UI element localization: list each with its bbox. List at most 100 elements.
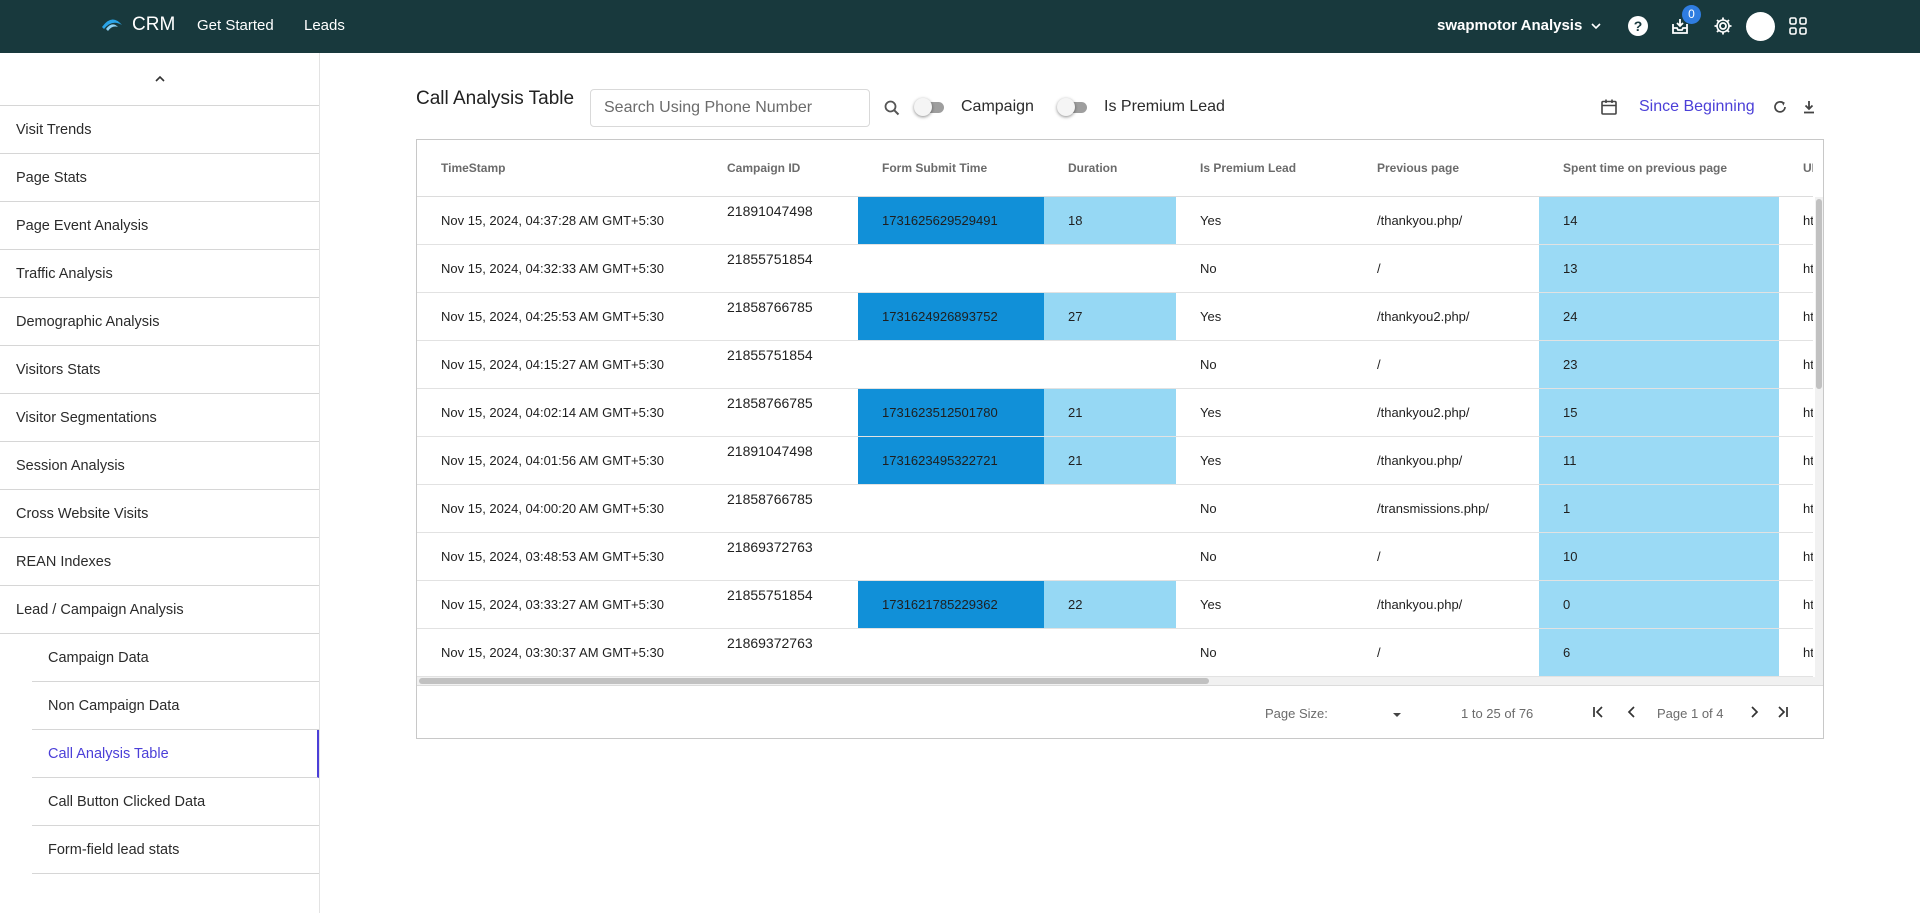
search-button[interactable]: [883, 99, 901, 117]
user-avatar[interactable]: [1746, 12, 1775, 41]
cell-is-premium-lead: Yes: [1200, 213, 1222, 228]
horizontal-scrollbar-thumb[interactable]: [419, 678, 1209, 684]
sidebar-item-cross-website-visits[interactable]: Cross Website Visits: [0, 490, 319, 538]
apps-button[interactable]: [1786, 14, 1810, 38]
premium-lead-toggle-label: Is Premium Lead: [1104, 98, 1225, 115]
column-header-previous-page[interactable]: Previous page: [1353, 140, 1539, 197]
refresh-button[interactable]: [1772, 99, 1790, 117]
cell-duration: [1044, 245, 1176, 292]
last-page-button[interactable]: [1775, 704, 1791, 720]
cell-previous-page: /thankyou2.php/: [1377, 405, 1470, 420]
column-header-form-submit-time[interactable]: Form Submit Time: [858, 140, 1044, 197]
cell-campaign-id: 21858766785: [727, 299, 813, 315]
phone-search-input[interactable]: [590, 89, 870, 127]
cell-previous-page: /thankyou.php/: [1377, 597, 1463, 612]
table-row[interactable]: Nov 15, 2024, 03:30:37 AM GMT+5:30 21869…: [417, 629, 1813, 677]
cell-timestamp: Nov 15, 2024, 03:48:53 AM GMT+5:30: [441, 549, 664, 564]
sidebar-item-lead-campaign-analysis[interactable]: Lead / Campaign Analysis: [0, 586, 319, 634]
brand[interactable]: CRM: [100, 14, 175, 36]
svg-text:?: ?: [1634, 18, 1643, 34]
cell-previous-page: /transmissions.php/: [1377, 501, 1489, 516]
cell-previous-page: /thankyou.php/: [1377, 453, 1463, 468]
sidebar-item-demographic-analysis[interactable]: Demographic Analysis: [0, 298, 319, 346]
account-selector[interactable]: swapmotor Analysis: [1437, 17, 1602, 34]
table-row[interactable]: Nov 15, 2024, 04:25:53 AM GMT+5:30 21858…: [417, 293, 1813, 341]
brand-name: CRM: [132, 14, 176, 35]
campaign-toggle[interactable]: [914, 98, 948, 116]
nav-leads[interactable]: Leads: [304, 17, 345, 34]
table-row[interactable]: Nov 15, 2024, 04:15:27 AM GMT+5:30 21855…: [417, 341, 1813, 389]
sidebar-item-traffic-analysis[interactable]: Traffic Analysis: [0, 250, 319, 298]
sidebar-subitem-form-field-lead-stats[interactable]: Form-field lead stats: [32, 826, 319, 874]
table-row[interactable]: Nov 15, 2024, 04:02:14 AM GMT+5:30 21858…: [417, 389, 1813, 437]
column-header-spent-time[interactable]: Spent time on previous page: [1539, 140, 1779, 197]
cell-is-premium-lead: Yes: [1200, 453, 1222, 468]
settings-button[interactable]: [1711, 14, 1735, 38]
next-page-button[interactable]: [1746, 704, 1762, 720]
table-row[interactable]: Nov 15, 2024, 04:01:56 AM GMT+5:30 21891…: [417, 437, 1813, 485]
cell-duration: 21: [1044, 389, 1176, 436]
vertical-scrollbar[interactable]: [1815, 197, 1823, 677]
cell-spent-time: 24: [1539, 293, 1779, 340]
table-row[interactable]: Nov 15, 2024, 03:33:27 AM GMT+5:30 21855…: [417, 581, 1813, 629]
column-header-duration[interactable]: Duration: [1044, 140, 1176, 197]
sidebar-subitem-call-analysis-table[interactable]: Call Analysis Table: [32, 730, 319, 778]
last-page-icon: [1778, 706, 1788, 718]
chevron-down-icon: [1591, 22, 1601, 29]
sidebar-item-visitor-segmentations[interactable]: Visitor Segmentations: [0, 394, 319, 442]
sidebar-collapse-button[interactable]: [0, 53, 319, 106]
cell-url: ht: [1803, 597, 1813, 612]
sidebar-item-page-stats[interactable]: Page Stats: [0, 154, 319, 202]
cell-form-submit-time: [858, 341, 1044, 388]
inbox-button[interactable]: 0: [1668, 5, 1701, 38]
cell-campaign-id: 21869372763: [727, 635, 813, 651]
cell-duration: [1044, 533, 1176, 580]
cell-spent-time: 0: [1539, 581, 1779, 628]
column-header-is-premium-lead[interactable]: Is Premium Lead: [1176, 140, 1353, 197]
premium-lead-toggle[interactable]: [1057, 98, 1091, 116]
cell-url: ht: [1803, 213, 1813, 228]
sidebar-item-page-event-analysis[interactable]: Page Event Analysis: [0, 202, 319, 250]
column-header-campaign-id[interactable]: Campaign ID: [703, 140, 858, 197]
cell-campaign-id: 21855751854: [727, 251, 813, 267]
sidebar-item-visit-trends[interactable]: Visit Trends: [0, 106, 319, 154]
cell-spent-time: 11: [1539, 437, 1779, 484]
first-page-button[interactable]: [1590, 704, 1606, 720]
toggle-knob: [1057, 98, 1075, 116]
sidebar-item-visitors-stats[interactable]: Visitors Stats: [0, 346, 319, 394]
table-row[interactable]: Nov 15, 2024, 04:32:33 AM GMT+5:30 21855…: [417, 245, 1813, 293]
chevron-up-icon: [154, 75, 165, 82]
column-header-url[interactable]: URL: [1779, 140, 1813, 197]
cell-form-submit-time: [858, 533, 1044, 580]
table-row[interactable]: Nov 15, 2024, 03:48:53 AM GMT+5:30 21869…: [417, 533, 1813, 581]
pagination-bar: Page Size: 1 to 25 of 76 Page 1 of 4: [417, 685, 1823, 738]
vertical-scrollbar-thumb[interactable]: [1816, 199, 1822, 389]
cell-campaign-id: 21891047498: [727, 203, 813, 219]
sidebar-item-rean-indexes[interactable]: REAN Indexes: [0, 538, 319, 586]
toggle-knob: [914, 98, 932, 116]
date-picker-button[interactable]: [1600, 98, 1620, 118]
download-button[interactable]: [1801, 99, 1819, 117]
sidebar-subitem-call-button-clicked-data[interactable]: Call Button Clicked Data: [32, 778, 319, 826]
cell-previous-page: /thankyou.php/: [1377, 213, 1463, 228]
cell-is-premium-lead: Yes: [1200, 405, 1222, 420]
cell-url: ht: [1803, 645, 1813, 660]
horizontal-scrollbar[interactable]: [417, 677, 1823, 685]
cell-previous-page: /: [1377, 261, 1381, 276]
previous-page-button[interactable]: [1624, 704, 1640, 720]
table-row[interactable]: Nov 15, 2024, 04:37:28 AM GMT+5:30 21891…: [417, 197, 1813, 245]
cell-form-submit-time: 1731625629529491: [858, 197, 1044, 244]
page-size-select[interactable]: [1392, 708, 1402, 718]
cell-is-premium-lead: No: [1200, 501, 1217, 516]
nav-get-started[interactable]: Get Started: [197, 17, 274, 34]
cell-is-premium-lead: No: [1200, 549, 1217, 564]
help-icon: ?: [1628, 16, 1648, 36]
table-row[interactable]: Nov 15, 2024, 04:00:20 AM GMT+5:30 21858…: [417, 485, 1813, 533]
sidebar-item-session-analysis[interactable]: Session Analysis: [0, 442, 319, 490]
sidebar-subitem-campaign-data[interactable]: Campaign Data: [32, 634, 319, 682]
date-range-selector[interactable]: Since Beginning: [1639, 98, 1755, 116]
help-button[interactable]: ?: [1626, 14, 1650, 38]
column-header-timestamp[interactable]: TimeStamp: [417, 140, 703, 197]
cell-form-submit-time: [858, 245, 1044, 292]
sidebar-subitem-non-campaign-data[interactable]: Non Campaign Data: [32, 682, 319, 730]
